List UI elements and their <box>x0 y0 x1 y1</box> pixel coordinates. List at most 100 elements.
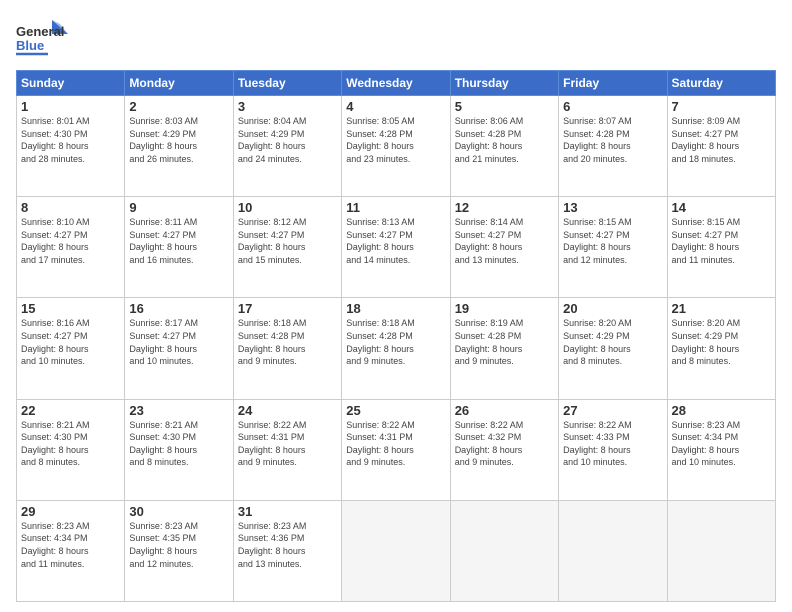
day-number: 7 <box>672 99 771 114</box>
calendar-cell: 13Sunrise: 8:15 AMSunset: 4:27 PMDayligh… <box>559 197 667 298</box>
day-number: 1 <box>21 99 120 114</box>
calendar-week-3: 15Sunrise: 8:16 AMSunset: 4:27 PMDayligh… <box>17 298 776 399</box>
day-number: 4 <box>346 99 445 114</box>
calendar-table: SundayMondayTuesdayWednesdayThursdayFrid… <box>16 70 776 602</box>
calendar-cell <box>667 500 775 601</box>
day-info: Sunrise: 8:01 AMSunset: 4:30 PMDaylight:… <box>21 115 120 165</box>
day-info: Sunrise: 8:09 AMSunset: 4:27 PMDaylight:… <box>672 115 771 165</box>
day-info: Sunrise: 8:04 AMSunset: 4:29 PMDaylight:… <box>238 115 337 165</box>
day-info: Sunrise: 8:05 AMSunset: 4:28 PMDaylight:… <box>346 115 445 165</box>
day-info: Sunrise: 8:22 AMSunset: 4:31 PMDaylight:… <box>238 419 337 469</box>
day-number: 30 <box>129 504 228 519</box>
day-info: Sunrise: 8:16 AMSunset: 4:27 PMDaylight:… <box>21 317 120 367</box>
calendar-header-monday: Monday <box>125 71 233 96</box>
calendar-cell: 20Sunrise: 8:20 AMSunset: 4:29 PMDayligh… <box>559 298 667 399</box>
calendar-cell: 4Sunrise: 8:05 AMSunset: 4:28 PMDaylight… <box>342 96 450 197</box>
day-number: 11 <box>346 200 445 215</box>
day-number: 17 <box>238 301 337 316</box>
calendar-cell: 16Sunrise: 8:17 AMSunset: 4:27 PMDayligh… <box>125 298 233 399</box>
day-info: Sunrise: 8:07 AMSunset: 4:28 PMDaylight:… <box>563 115 662 165</box>
calendar-cell: 25Sunrise: 8:22 AMSunset: 4:31 PMDayligh… <box>342 399 450 500</box>
calendar-cell: 24Sunrise: 8:22 AMSunset: 4:31 PMDayligh… <box>233 399 341 500</box>
svg-text:General: General <box>16 24 64 39</box>
day-info: Sunrise: 8:17 AMSunset: 4:27 PMDaylight:… <box>129 317 228 367</box>
day-info: Sunrise: 8:19 AMSunset: 4:28 PMDaylight:… <box>455 317 554 367</box>
logo-icon: General Blue <box>16 16 68 60</box>
calendar-cell: 10Sunrise: 8:12 AMSunset: 4:27 PMDayligh… <box>233 197 341 298</box>
day-info: Sunrise: 8:13 AMSunset: 4:27 PMDaylight:… <box>346 216 445 266</box>
calendar-cell: 29Sunrise: 8:23 AMSunset: 4:34 PMDayligh… <box>17 500 125 601</box>
calendar-cell: 12Sunrise: 8:14 AMSunset: 4:27 PMDayligh… <box>450 197 558 298</box>
day-info: Sunrise: 8:15 AMSunset: 4:27 PMDaylight:… <box>563 216 662 266</box>
calendar-week-5: 29Sunrise: 8:23 AMSunset: 4:34 PMDayligh… <box>17 500 776 601</box>
day-number: 20 <box>563 301 662 316</box>
day-number: 6 <box>563 99 662 114</box>
day-info: Sunrise: 8:14 AMSunset: 4:27 PMDaylight:… <box>455 216 554 266</box>
day-info: Sunrise: 8:11 AMSunset: 4:27 PMDaylight:… <box>129 216 228 266</box>
day-info: Sunrise: 8:15 AMSunset: 4:27 PMDaylight:… <box>672 216 771 266</box>
day-info: Sunrise: 8:20 AMSunset: 4:29 PMDaylight:… <box>563 317 662 367</box>
day-info: Sunrise: 8:12 AMSunset: 4:27 PMDaylight:… <box>238 216 337 266</box>
day-info: Sunrise: 8:22 AMSunset: 4:32 PMDaylight:… <box>455 419 554 469</box>
calendar-cell <box>559 500 667 601</box>
calendar-cell <box>450 500 558 601</box>
calendar-cell: 30Sunrise: 8:23 AMSunset: 4:35 PMDayligh… <box>125 500 233 601</box>
calendar-cell: 26Sunrise: 8:22 AMSunset: 4:32 PMDayligh… <box>450 399 558 500</box>
day-number: 28 <box>672 403 771 418</box>
day-info: Sunrise: 8:21 AMSunset: 4:30 PMDaylight:… <box>129 419 228 469</box>
day-number: 12 <box>455 200 554 215</box>
day-number: 23 <box>129 403 228 418</box>
calendar-cell: 19Sunrise: 8:19 AMSunset: 4:28 PMDayligh… <box>450 298 558 399</box>
day-number: 21 <box>672 301 771 316</box>
header: General Blue <box>16 16 776 60</box>
calendar-cell: 18Sunrise: 8:18 AMSunset: 4:28 PMDayligh… <box>342 298 450 399</box>
day-number: 14 <box>672 200 771 215</box>
calendar-header-thursday: Thursday <box>450 71 558 96</box>
calendar-header-tuesday: Tuesday <box>233 71 341 96</box>
calendar-cell <box>342 500 450 601</box>
day-number: 10 <box>238 200 337 215</box>
day-number: 29 <box>21 504 120 519</box>
day-number: 19 <box>455 301 554 316</box>
day-number: 24 <box>238 403 337 418</box>
calendar-cell: 17Sunrise: 8:18 AMSunset: 4:28 PMDayligh… <box>233 298 341 399</box>
calendar-cell: 31Sunrise: 8:23 AMSunset: 4:36 PMDayligh… <box>233 500 341 601</box>
calendar-header-friday: Friday <box>559 71 667 96</box>
calendar-cell: 7Sunrise: 8:09 AMSunset: 4:27 PMDaylight… <box>667 96 775 197</box>
calendar-cell: 27Sunrise: 8:22 AMSunset: 4:33 PMDayligh… <box>559 399 667 500</box>
day-number: 18 <box>346 301 445 316</box>
day-number: 27 <box>563 403 662 418</box>
calendar-cell: 14Sunrise: 8:15 AMSunset: 4:27 PMDayligh… <box>667 197 775 298</box>
calendar-cell: 1Sunrise: 8:01 AMSunset: 4:30 PMDaylight… <box>17 96 125 197</box>
day-info: Sunrise: 8:06 AMSunset: 4:28 PMDaylight:… <box>455 115 554 165</box>
calendar-cell: 9Sunrise: 8:11 AMSunset: 4:27 PMDaylight… <box>125 197 233 298</box>
day-info: Sunrise: 8:23 AMSunset: 4:34 PMDaylight:… <box>21 520 120 570</box>
day-info: Sunrise: 8:22 AMSunset: 4:31 PMDaylight:… <box>346 419 445 469</box>
calendar-header-row: SundayMondayTuesdayWednesdayThursdayFrid… <box>17 71 776 96</box>
calendar-header-sunday: Sunday <box>17 71 125 96</box>
day-info: Sunrise: 8:23 AMSunset: 4:35 PMDaylight:… <box>129 520 228 570</box>
day-info: Sunrise: 8:20 AMSunset: 4:29 PMDaylight:… <box>672 317 771 367</box>
svg-text:Blue: Blue <box>16 38 44 53</box>
calendar-cell: 3Sunrise: 8:04 AMSunset: 4:29 PMDaylight… <box>233 96 341 197</box>
day-info: Sunrise: 8:23 AMSunset: 4:34 PMDaylight:… <box>672 419 771 469</box>
day-info: Sunrise: 8:18 AMSunset: 4:28 PMDaylight:… <box>346 317 445 367</box>
page: General Blue SundayMondayTuesdayWednesda… <box>0 0 792 612</box>
day-number: 8 <box>21 200 120 215</box>
day-info: Sunrise: 8:18 AMSunset: 4:28 PMDaylight:… <box>238 317 337 367</box>
calendar-header-saturday: Saturday <box>667 71 775 96</box>
calendar-cell: 11Sunrise: 8:13 AMSunset: 4:27 PMDayligh… <box>342 197 450 298</box>
calendar-cell: 5Sunrise: 8:06 AMSunset: 4:28 PMDaylight… <box>450 96 558 197</box>
day-number: 16 <box>129 301 228 316</box>
day-number: 22 <box>21 403 120 418</box>
calendar-cell: 6Sunrise: 8:07 AMSunset: 4:28 PMDaylight… <box>559 96 667 197</box>
calendar-week-4: 22Sunrise: 8:21 AMSunset: 4:30 PMDayligh… <box>17 399 776 500</box>
day-number: 26 <box>455 403 554 418</box>
day-info: Sunrise: 8:22 AMSunset: 4:33 PMDaylight:… <box>563 419 662 469</box>
calendar-cell: 15Sunrise: 8:16 AMSunset: 4:27 PMDayligh… <box>17 298 125 399</box>
calendar-cell: 23Sunrise: 8:21 AMSunset: 4:30 PMDayligh… <box>125 399 233 500</box>
calendar-cell: 21Sunrise: 8:20 AMSunset: 4:29 PMDayligh… <box>667 298 775 399</box>
day-info: Sunrise: 8:21 AMSunset: 4:30 PMDaylight:… <box>21 419 120 469</box>
day-info: Sunrise: 8:03 AMSunset: 4:29 PMDaylight:… <box>129 115 228 165</box>
day-info: Sunrise: 8:23 AMSunset: 4:36 PMDaylight:… <box>238 520 337 570</box>
